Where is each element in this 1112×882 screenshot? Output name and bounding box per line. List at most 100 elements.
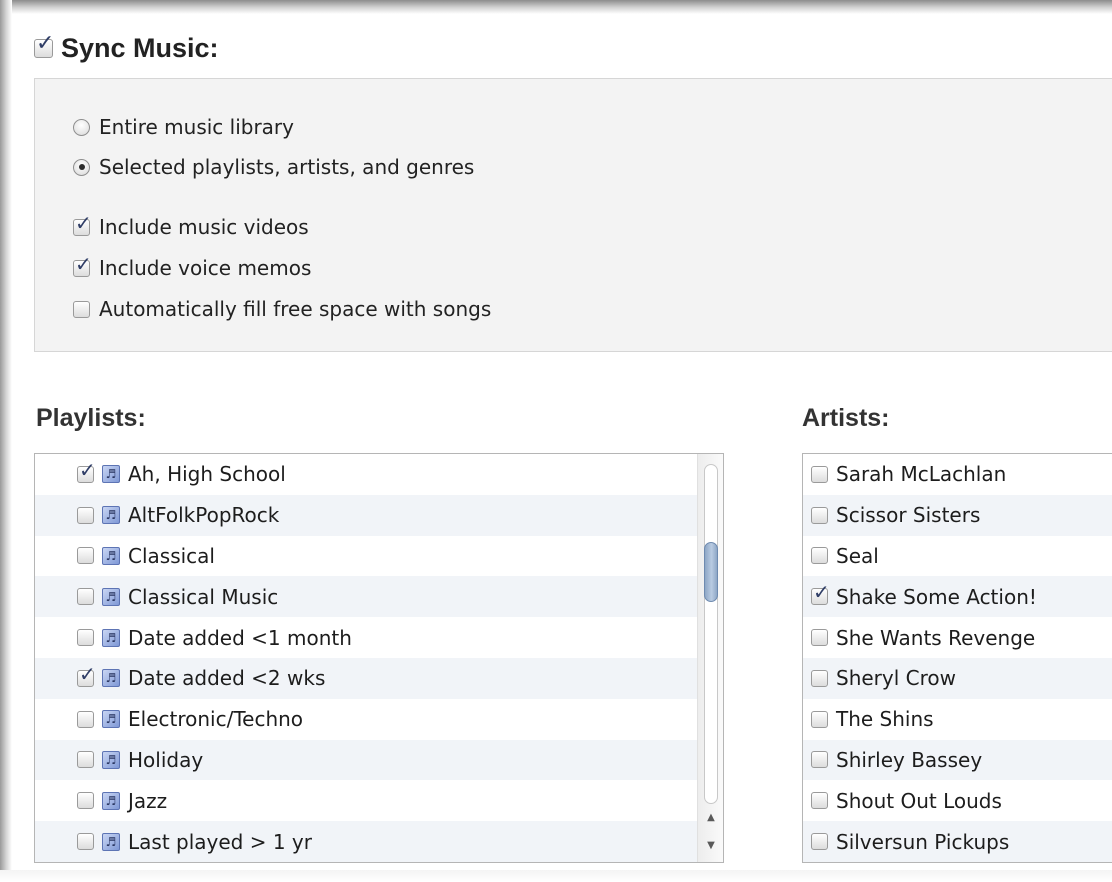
playlist-row[interactable]: ♬ AltFolkPopRock <box>35 494 723 536</box>
playlist-checkbox[interactable] <box>77 629 94 647</box>
playlist-checkbox[interactable] <box>77 833 94 851</box>
artist-row[interactable]: Seal <box>803 536 1112 577</box>
artist-row[interactable]: Shirley Bassey <box>803 739 1112 781</box>
playlist-icon: ♬ <box>102 750 120 769</box>
sync-music-header: Sync Music: <box>34 30 219 66</box>
playlist-checkbox[interactable] <box>77 460 96 483</box>
artist-checkbox[interactable] <box>811 547 828 565</box>
radio-label: Selected playlists, artists, and genres <box>99 155 475 179</box>
playlist-checkbox[interactable] <box>77 792 94 810</box>
artist-checkbox[interactable] <box>811 582 830 606</box>
playlist-label: Classical Music <box>128 584 279 609</box>
playlist-checkbox[interactable] <box>77 751 94 769</box>
artist-label: Sarah McLachlan <box>836 462 1007 487</box>
playlist-label: Date added <1 month <box>128 625 352 650</box>
artist-label: Shout Out Louds <box>836 788 1002 813</box>
playlist-icon: ♬ <box>102 465 120 484</box>
playlist-label: Date added <2 wks <box>128 666 326 691</box>
playlist-label: Classical <box>128 543 215 568</box>
artist-row[interactable]: Shake Some Action! <box>803 576 1112 618</box>
playlist-label: Last played > 1 yr <box>128 829 312 854</box>
radio-option-entire-library[interactable]: Entire music library <box>73 115 294 139</box>
scroll-up-arrow-icon[interactable]: ▲ <box>698 806 723 828</box>
artist-row[interactable]: Silversun Pickups <box>803 821 1112 862</box>
playlist-row[interactable]: ♬ Classical Music <box>35 576 723 618</box>
artist-row[interactable]: Scissor Sisters <box>803 494 1112 536</box>
scrollbar-track[interactable] <box>704 464 718 804</box>
sync-music-title: Sync Music: <box>61 32 219 63</box>
window-edge-shadow-top <box>0 0 1112 14</box>
playlist-label: Jazz <box>128 788 168 813</box>
playlist-icon: ♬ <box>102 546 120 565</box>
playlist-label: Holiday <box>128 747 204 772</box>
playlist-row[interactable]: ♬ Classical <box>35 536 723 577</box>
playlist-row[interactable]: ♬ Jazz <box>35 780 723 821</box>
radio-label: Entire music library <box>99 115 294 139</box>
checkbox-autofill[interactable]: Automatically fill free space with songs <box>73 297 491 321</box>
playlists-list[interactable]: ♬ Ah, High School ♬ AltFolkPopRock ♬ Cla… <box>34 453 724 863</box>
playlist-label: Electronic/Techno <box>128 707 304 732</box>
artist-checkbox[interactable] <box>811 506 828 524</box>
radio-option-selected[interactable]: Selected playlists, artists, and genres <box>73 155 474 179</box>
checkbox[interactable] <box>73 213 92 236</box>
radio-button-selected[interactable] <box>73 158 90 176</box>
playlist-row[interactable]: ♬ Ah, High School <box>35 454 723 495</box>
artist-checkbox[interactable] <box>811 465 828 483</box>
artist-label: Sheryl Crow <box>836 666 956 691</box>
artist-checkbox[interactable] <box>811 629 828 647</box>
artists-list[interactable]: Sarah McLachlan Scissor Sisters Seal Sha… <box>802 453 1112 863</box>
playlist-label: AltFolkPopRock <box>128 503 280 528</box>
artists-title: Artists: <box>802 404 890 432</box>
playlist-icon: ♬ <box>102 710 120 729</box>
checkbox-include-voice-memos[interactable]: Include voice memos <box>73 254 312 280</box>
artist-label: She Wants Revenge <box>836 625 1036 650</box>
playlist-checkbox[interactable] <box>77 710 94 728</box>
playlist-checkbox[interactable] <box>77 588 94 606</box>
playlist-icon: ♬ <box>102 506 120 525</box>
playlists-scrollbar[interactable]: ▲ ▼ <box>697 454 723 862</box>
artist-label: The Shins <box>836 707 934 732</box>
checkbox[interactable] <box>73 254 92 277</box>
artist-row[interactable]: The Shins <box>803 699 1112 740</box>
checkbox-include-music-videos[interactable]: Include music videos <box>73 213 309 239</box>
scrollbar-thumb[interactable] <box>704 542 718 602</box>
playlist-icon: ♬ <box>102 832 120 851</box>
artist-row[interactable]: Sheryl Crow <box>803 657 1112 699</box>
playlist-row[interactable]: ♬ Holiday <box>35 739 723 781</box>
radio-button[interactable] <box>73 118 90 136</box>
playlist-label: Ah, High School <box>128 462 286 487</box>
artist-label: Shirley Bassey <box>836 747 983 772</box>
playlist-checkbox[interactable] <box>77 664 96 687</box>
playlist-icon: ♬ <box>102 791 120 810</box>
playlist-row[interactable]: ♬ Electronic/Techno <box>35 699 723 740</box>
artist-row[interactable]: She Wants Revenge <box>803 617 1112 658</box>
checkbox[interactable] <box>73 300 90 318</box>
artist-label: Seal <box>836 543 879 568</box>
playlist-row[interactable]: ♬ Last played > 1 yr <box>35 821 723 862</box>
artist-checkbox[interactable] <box>811 751 828 769</box>
window-edge-shadow-bottom <box>0 870 1112 882</box>
playlist-row[interactable]: ♬ Date added <1 month <box>35 617 723 658</box>
artist-label: Silversun Pickups <box>836 829 1010 854</box>
checkbox-label: Include voice memos <box>99 256 312 280</box>
playlist-icon: ♬ <box>102 628 120 647</box>
artist-checkbox[interactable] <box>811 669 828 687</box>
playlist-icon: ♬ <box>102 669 120 688</box>
artist-checkbox[interactable] <box>811 710 828 728</box>
window-edge-shadow-left <box>0 0 12 882</box>
playlist-checkbox[interactable] <box>77 506 94 524</box>
playlist-row[interactable]: ♬ Date added <2 wks <box>35 657 723 699</box>
artist-row[interactable]: Sarah McLachlan <box>803 454 1112 495</box>
sync-music-checkbox[interactable] <box>34 33 54 58</box>
artist-checkbox[interactable] <box>811 833 828 851</box>
scroll-down-arrow-icon[interactable]: ▼ <box>698 834 723 856</box>
sync-options-panel: Entire music library Selected playlists,… <box>34 78 1112 352</box>
artist-checkbox[interactable] <box>811 792 828 810</box>
artist-row[interactable]: Shout Out Louds <box>803 780 1112 821</box>
artist-label: Scissor Sisters <box>836 503 981 528</box>
playlist-checkbox[interactable] <box>77 547 94 565</box>
playlists-title: Playlists: <box>36 404 146 432</box>
playlist-icon: ♬ <box>102 587 120 606</box>
checkbox-label: Include music videos <box>99 215 309 239</box>
checkbox-label: Automatically fill free space with songs <box>99 297 492 321</box>
